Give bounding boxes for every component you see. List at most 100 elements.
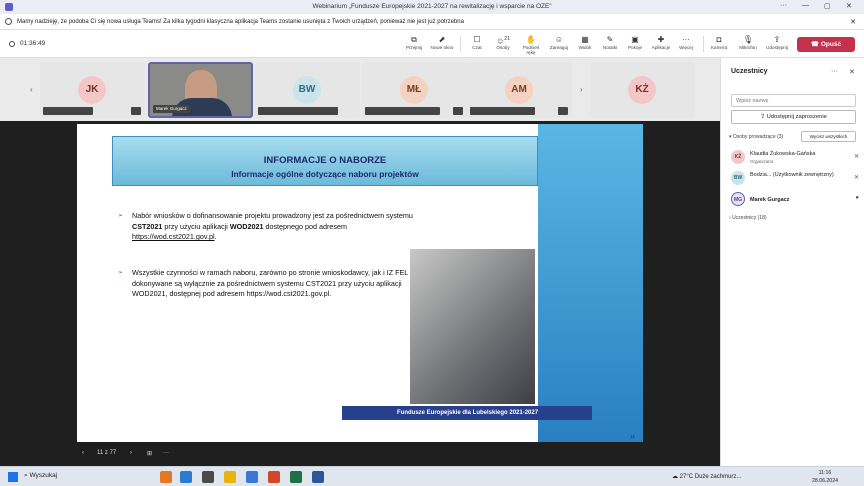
prev-slide-icon[interactable]: ‹	[82, 450, 84, 456]
slide-more-icon[interactable]: ···	[163, 450, 169, 456]
meeting-timer: 01:36:49	[20, 40, 46, 47]
participant-name-label	[258, 107, 338, 115]
share-button[interactable]: ⇪ Udostępnij	[764, 34, 790, 50]
windows-start-icon[interactable]	[8, 472, 18, 482]
rooms-button[interactable]: ▣ Pokoje	[622, 34, 648, 50]
raise-hand-button[interactable]: ✋ Podnieś rękę	[518, 34, 544, 55]
close-icon[interactable]: ✕	[846, 2, 852, 10]
participant-tile[interactable]: KŻ	[590, 62, 695, 118]
file-explorer-icon[interactable]	[202, 471, 214, 483]
participant-tile[interactable]: MŁ	[362, 62, 467, 118]
participant-tile-active[interactable]: Marek Gurgacz	[148, 62, 253, 118]
panel-close-icon[interactable]: ✕	[849, 68, 855, 76]
mic-icon: 🎙	[742, 35, 754, 44]
powerpoint-icon[interactable]	[268, 471, 280, 483]
slide-footer: Fundusze Europejskie dla Lubelskiego 202…	[342, 406, 592, 420]
word-icon[interactable]	[312, 471, 324, 483]
excel-icon[interactable]	[290, 471, 302, 483]
strip-prev-icon[interactable]: ‹	[30, 85, 33, 94]
edge-icon[interactable]	[246, 471, 258, 483]
take-control-button[interactable]: ⧉ Przejmij	[401, 34, 427, 50]
participant-item[interactable]: KŻ Klaudia Żukowska-Gańska Organizator ✕	[731, 148, 859, 168]
outlook-icon[interactable]	[160, 471, 172, 483]
raise-hand-icon: ✋	[526, 35, 536, 44]
grid-icon[interactable]: ⊞	[147, 450, 152, 457]
organizers-section-toggle[interactable]: ▾ Osoby prowadzące (3)	[729, 134, 783, 140]
panel-title: Uczestnicy	[731, 68, 768, 75]
more-icon: ···	[682, 35, 690, 44]
people-button[interactable]: ☺21 Osoby	[490, 34, 516, 50]
presentation-slide: INFORMACJE O NABORZE Informacje ogólne d…	[77, 124, 643, 442]
phone-icon: ☎	[810, 41, 821, 48]
minimize-icon[interactable]: —	[802, 2, 809, 9]
window-title: Webinarium „Fundusze Europejskie 2021-20…	[312, 3, 552, 10]
taskbar-search[interactable]: ⌕ Wyszukaj	[24, 472, 57, 480]
windows-taskbar: ⌕ Wyszukaj ☁ 27°C Duże zachmurz... 11:16…	[0, 466, 864, 486]
participant-name-label	[43, 107, 93, 115]
participant-item[interactable]: BW Bodzia... (Użytkownik zewnętrzny) ✕	[731, 169, 859, 189]
panel-more-icon[interactable]: ···	[831, 68, 838, 75]
mic-off-icon	[558, 107, 568, 115]
mic-off-icon: ✕	[853, 175, 859, 181]
slide-subheading: Informacje ogólne dotyczące naboru proje…	[231, 169, 419, 179]
participant-item[interactable]: MG Marek Gurgacz ●	[731, 190, 859, 210]
participant-search-input[interactable]: Wpisz nazwę	[731, 94, 856, 107]
react-icon: ☺	[554, 35, 564, 44]
next-slide-icon[interactable]: ›	[130, 450, 132, 456]
notes-button[interactable]: ✎ Notatki	[597, 34, 623, 50]
participant-name-label	[470, 107, 535, 115]
view-button[interactable]: ▦ Widok	[572, 34, 598, 50]
mute-all-button[interactable]: Wycisz wszystkich	[801, 131, 856, 142]
slide-page-number: 11	[630, 434, 635, 439]
more-button[interactable]: ··· Więcej	[673, 34, 699, 50]
info-icon	[5, 18, 12, 25]
slide-link[interactable]: https://wod.cst2021.gov.pl	[132, 232, 215, 241]
more-icon[interactable]: ···	[780, 2, 787, 9]
notice-text: Mamy nadzieję, że podoba Ci się nowa usł…	[17, 19, 464, 25]
participant-name: Klaudia Żukowska-Gańska	[750, 151, 816, 157]
taskbar-clock[interactable]: 11:16 28.06.2024	[812, 469, 838, 485]
meeting-stage: ‹ › JK Marek Gurgacz BW MŁ AM KŻ INFORMA…	[0, 58, 720, 466]
chat-button[interactable]: ☐ Czat	[464, 34, 490, 50]
bullet-icon: ➢	[118, 270, 124, 276]
participant-role: Organizator	[750, 159, 774, 164]
meeting-toolbar: 01:36:49 ⧉ Przejmij ⬈ Nowe okno ☐ Czat ☺21 O…	[0, 30, 864, 58]
participant-name-label: Marek Gurgacz	[153, 105, 190, 113]
slide-bullet-1: ➢ Nabór wniosków o dofinansowanie projek…	[118, 211, 413, 241]
participants-panel: Uczestnicy ··· ✕ Wpisz nazwę ⇪ Udostępni…	[720, 58, 864, 466]
participant-tile[interactable]: JK	[40, 62, 145, 118]
weather-widget[interactable]: ☁ 27°C Duże zachmurz...	[672, 473, 741, 480]
apps-button[interactable]: ✚ Aplikacje	[648, 34, 674, 50]
chrome-icon[interactable]	[224, 471, 236, 483]
share-invite-button[interactable]: ⇪ Udostępnij zaproszenie	[731, 110, 856, 124]
mic-button[interactable]: 🎙 Mikrofon	[735, 34, 761, 50]
participant-tile[interactable]: BW	[255, 62, 360, 118]
new-window-icon: ⬈	[438, 35, 446, 44]
bullet-icon: ➢	[118, 213, 124, 219]
attendees-section-toggle[interactable]: › Uczestnicy (18)	[729, 215, 767, 221]
teams-icon[interactable]	[180, 471, 192, 483]
notice-bar: Mamy nadzieję, że podoba Ci się nowa usł…	[0, 14, 864, 30]
slide-navigation: ‹ 11 z 77 › ⊞ ···	[77, 448, 217, 462]
participant-name-label	[365, 107, 440, 115]
notice-close-icon[interactable]: ✕	[850, 18, 856, 26]
notes-icon: ✎	[606, 35, 614, 44]
window-titlebar: Webinarium „Fundusze Europejskie 2021-20…	[0, 0, 864, 14]
avatar: MG	[731, 192, 745, 206]
new-window-button[interactable]: ⬈ Nowe okno	[429, 34, 455, 50]
avatar: BW	[293, 76, 321, 104]
slide-bullet-2: ➢ Wszystkie czynności w ramach naboru, z…	[118, 268, 409, 298]
strip-next-icon[interactable]: ›	[580, 85, 583, 94]
participant-name: Marek Gurgacz	[750, 197, 790, 203]
leave-button[interactable]: ☎ Opuść	[797, 37, 855, 52]
maximize-icon[interactable]: ▢	[824, 2, 831, 10]
shared-content: INFORMACJE O NABORZE Informacje ogólne d…	[0, 121, 720, 466]
slide-header: INFORMACJE O NABORZE Informacje ogólne d…	[112, 136, 538, 186]
react-button[interactable]: ☺ Zareaguj	[546, 34, 572, 50]
avatar: KŻ	[628, 76, 656, 104]
view-icon: ▦	[581, 35, 589, 44]
participant-tile[interactable]: AM	[467, 62, 572, 118]
camera-icon: ◘	[716, 35, 722, 44]
camera-button[interactable]: ◘ Kamera	[706, 34, 732, 50]
avatar: AM	[505, 76, 533, 104]
